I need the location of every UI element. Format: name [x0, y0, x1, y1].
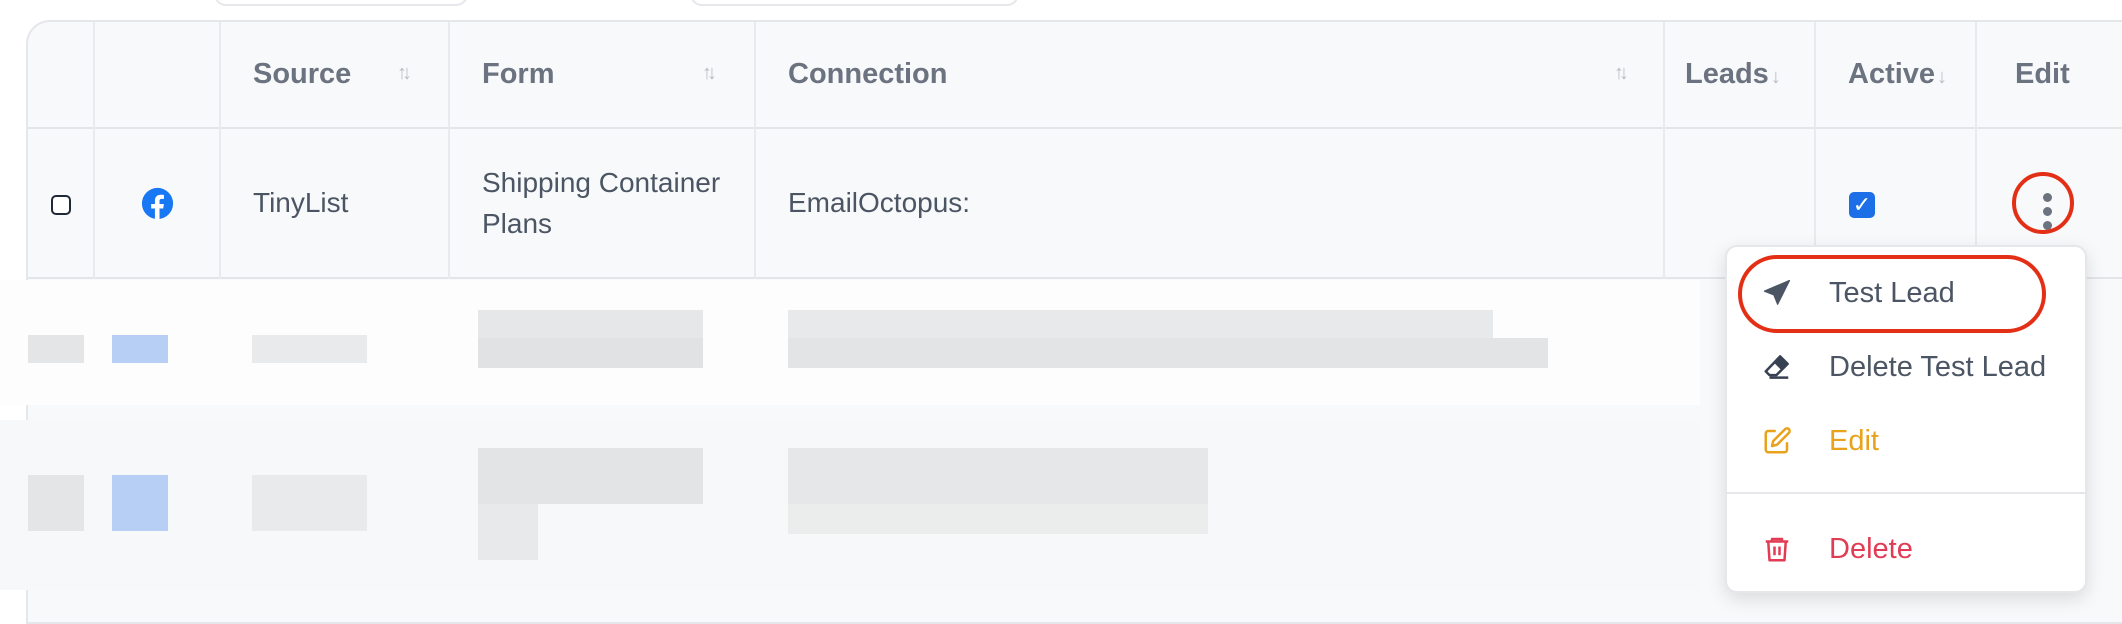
- header-icon: [94, 22, 221, 128]
- menu-item-delete-test-lead[interactable]: Delete Test Lead: [1727, 337, 2085, 397]
- menu-divider: [1727, 492, 2085, 494]
- connection-cell: EmailOctopus:: [755, 128, 1665, 278]
- pencil-square-icon: [1757, 421, 1797, 461]
- sort-down-icon[interactable]: ↓: [1937, 66, 1947, 88]
- header-connection[interactable]: Connection ↑↓: [755, 22, 1665, 128]
- menu-item-delete[interactable]: Delete: [1727, 519, 2085, 579]
- header-leads[interactable]: Leads ↓: [1664, 22, 1816, 128]
- sort-down-icon[interactable]: ↓: [1771, 66, 1781, 88]
- annotation-highlight: [1738, 255, 2046, 333]
- annotation-circle: [2012, 172, 2074, 234]
- active-checkbox[interactable]: ✓: [1849, 192, 1875, 218]
- header-select: [28, 22, 95, 128]
- sort-icon[interactable]: ↑↓: [397, 62, 412, 85]
- header-form[interactable]: Form ↑↓: [449, 22, 756, 128]
- sort-icon[interactable]: ↑↓: [702, 62, 717, 85]
- source-icon-cell: [94, 128, 221, 278]
- row-select-cell: [28, 128, 95, 278]
- row-checkbox[interactable]: [50, 194, 71, 215]
- facebook-icon: [141, 187, 173, 221]
- form-name: Shipping Container Plans: [482, 167, 721, 239]
- table-header-row: Source ↑↓ Form ↑↓ Connection ↑↓ Leads ↓ A…: [28, 22, 2122, 128]
- search-input-partial[interactable]: [690, 0, 1019, 6]
- form-cell: Shipping Container Plans: [449, 128, 756, 278]
- menu-item-edit[interactable]: Edit: [1727, 411, 2085, 471]
- filter-input-partial[interactable]: [214, 0, 468, 6]
- sort-icon[interactable]: ↑↓: [1614, 62, 1629, 85]
- eraser-icon: [1757, 347, 1797, 387]
- source-cell: TinyList: [220, 128, 450, 278]
- trash-icon: [1757, 529, 1797, 569]
- leads-table: Source ↑↓ Form ↑↓ Connection ↑↓ Leads ↓ A…: [28, 22, 2122, 279]
- redacted-rows: [0, 280, 1700, 610]
- header-edit: Edit: [2015, 58, 2070, 90]
- header-source[interactable]: Source ↑↓: [220, 22, 450, 128]
- header-active[interactable]: Active ↓: [1815, 22, 1977, 128]
